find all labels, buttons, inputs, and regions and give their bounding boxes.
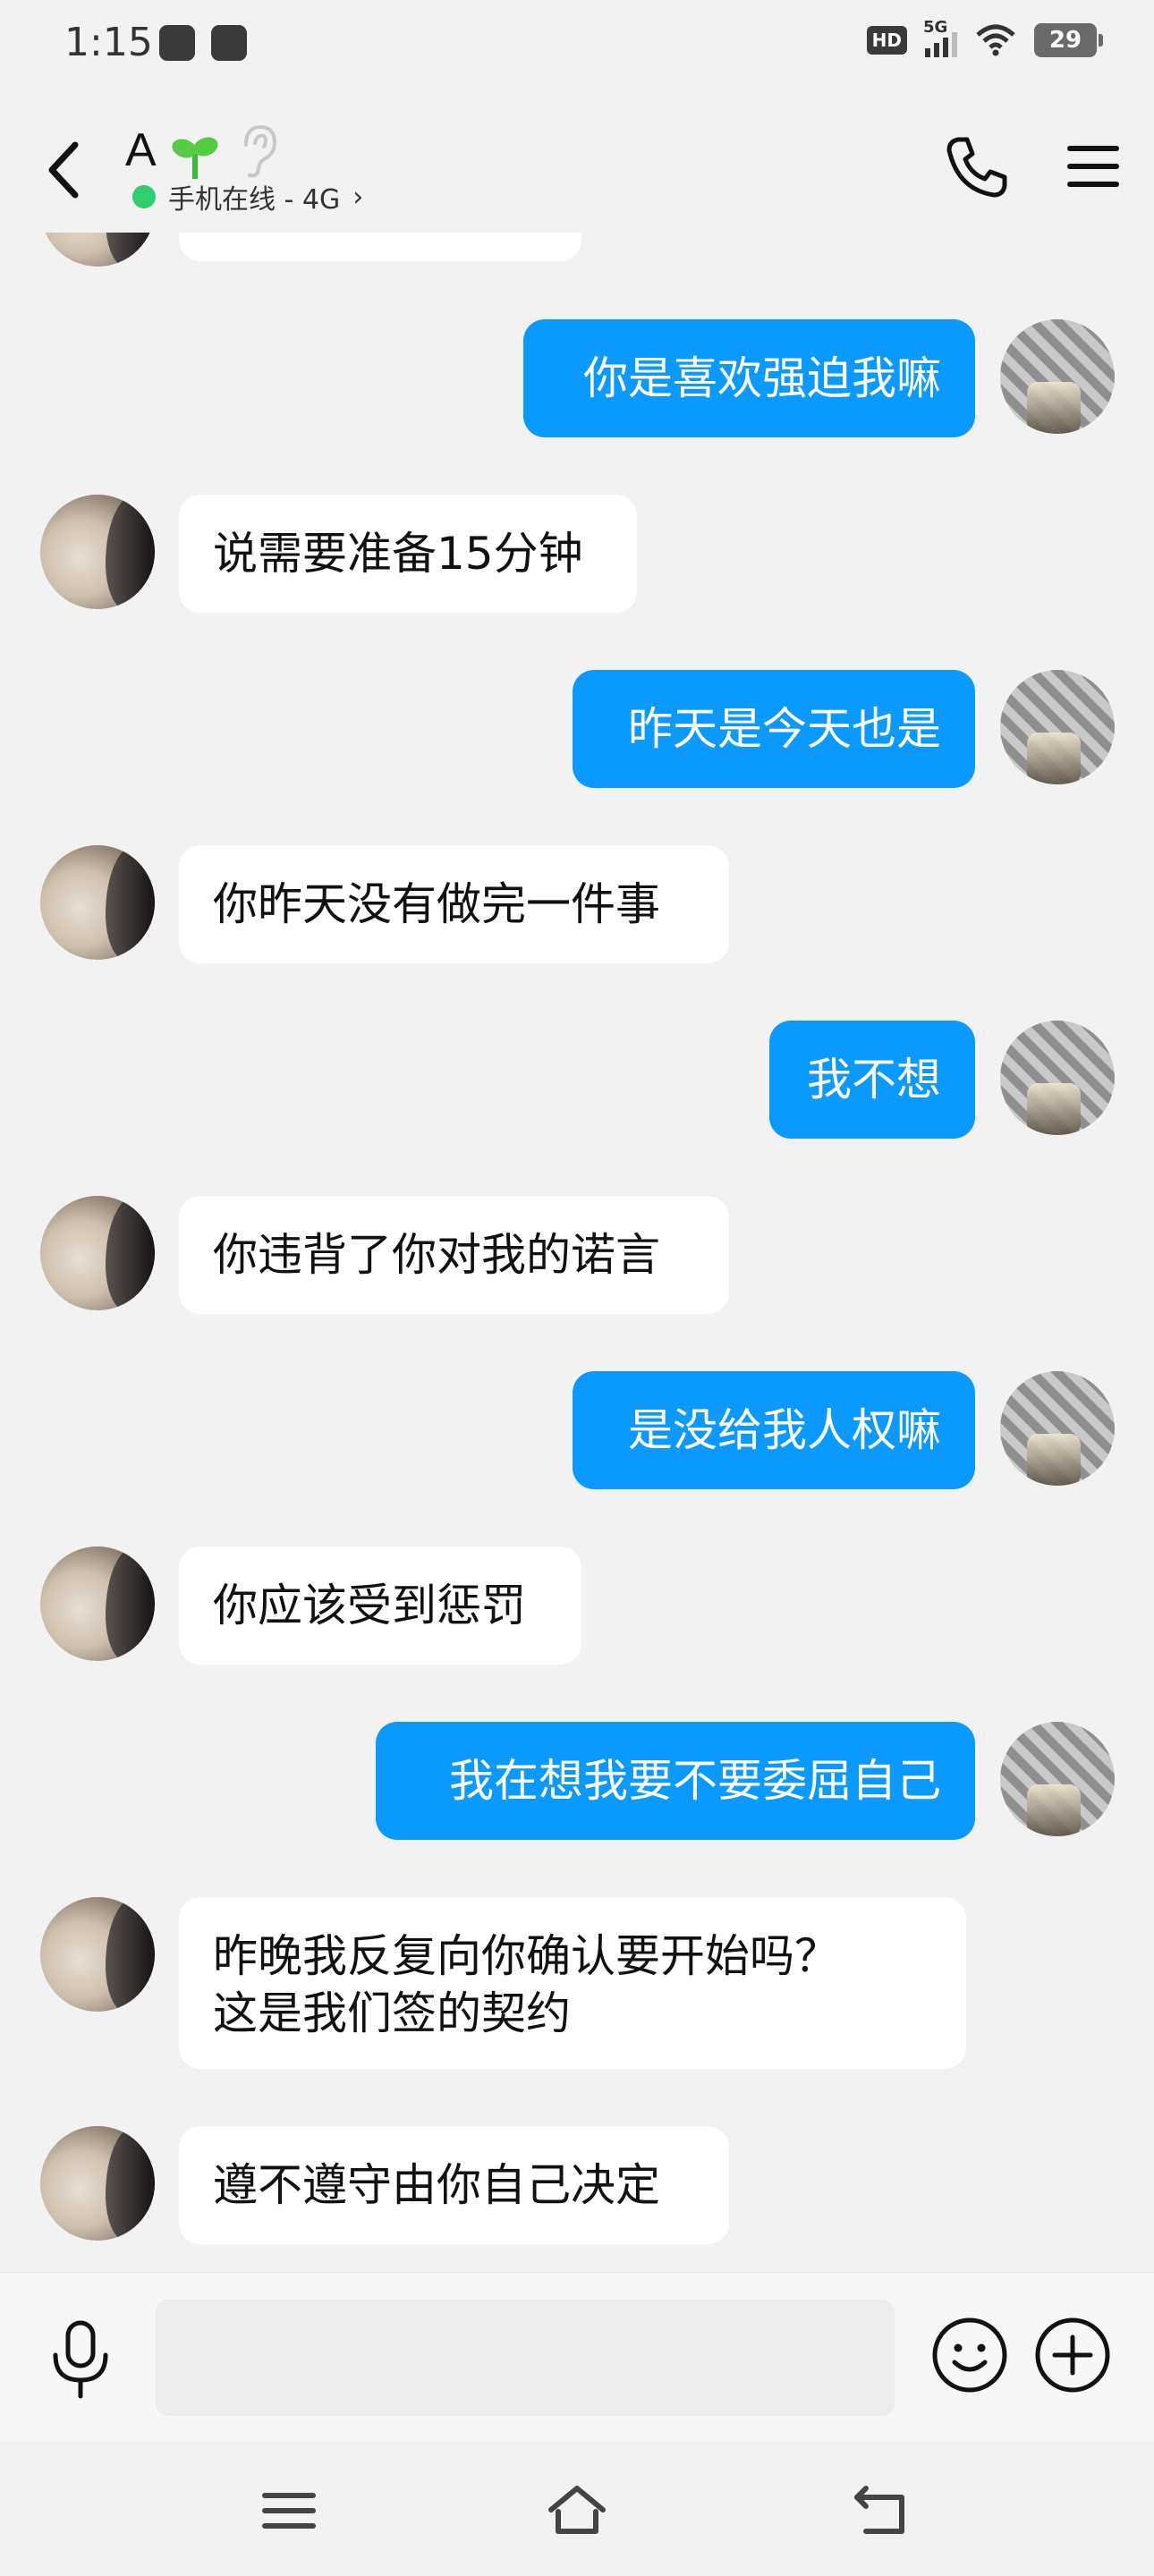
message-bubble-incoming[interactable]: 说需要准备15分钟 bbox=[179, 495, 637, 613]
notification-app-icon bbox=[211, 25, 247, 61]
cellular-signal-icon: 5G bbox=[923, 18, 957, 57]
message-bubble-incoming[interactable]: 昨晚我反复向你确认要开始吗？ 这是我们签的契约 bbox=[179, 1897, 966, 2069]
chat-header: A 手机在线 - 4G › bbox=[0, 98, 1154, 233]
online-indicator-dot bbox=[132, 185, 156, 208]
contact-avatar[interactable] bbox=[40, 1897, 155, 2012]
message-bubble-incoming[interactable]: 遵不遵守由你自己决定 bbox=[179, 2126, 729, 2244]
online-status[interactable]: 手机在线 - 4G › bbox=[132, 177, 363, 216]
hd-icon: HD bbox=[866, 26, 907, 55]
home-icon[interactable] bbox=[546, 2479, 608, 2542]
message-list[interactable]: 你是喜欢强迫我嘛 说需要准备15分钟 昨天是今天也是 你昨天没有做完一件事 我不… bbox=[0, 233, 1154, 2272]
microphone-icon[interactable] bbox=[47, 2319, 115, 2400]
message-bubble-outgoing[interactable]: 你是喜欢强迫我嘛 bbox=[523, 319, 975, 437]
contact-avatar[interactable] bbox=[40, 495, 155, 609]
system-navigation-bar bbox=[0, 2442, 1154, 2576]
network-type-label: 5G bbox=[923, 18, 948, 37]
status-notification-icons bbox=[159, 25, 247, 61]
ear-icon bbox=[244, 124, 277, 178]
recent-apps-icon[interactable] bbox=[258, 2479, 320, 2542]
message-text: 昨晚我反复向你确认要开始吗？ 这是我们签的契约 bbox=[213, 1930, 839, 2039]
my-avatar[interactable] bbox=[1000, 1021, 1115, 1135]
back-icon[interactable] bbox=[850, 2479, 912, 2542]
message-bubble-incoming[interactable]: 你违背了你对我的诺言 bbox=[179, 1196, 729, 1314]
contact-avatar[interactable] bbox=[40, 845, 155, 960]
contact-avatar[interactable] bbox=[40, 233, 155, 267]
status-indicators: HD 5G 29 bbox=[866, 18, 1103, 57]
plus-circle-icon[interactable] bbox=[1033, 2316, 1112, 2394]
my-avatar[interactable] bbox=[1000, 670, 1115, 784]
phone-icon[interactable] bbox=[944, 134, 1010, 200]
message-bubble-incoming[interactable] bbox=[179, 233, 581, 261]
message-input-bar bbox=[0, 2272, 1154, 2442]
message-bubble-outgoing[interactable]: 是没给我人权嘛 bbox=[573, 1371, 975, 1489]
sprout-icon bbox=[172, 137, 218, 179]
contact-avatar[interactable] bbox=[40, 2126, 155, 2241]
chat-screen: 1:15 HD 5G 29 A 手机在线 - 4G › 你是喜欢强迫我嘛 说需要… bbox=[0, 0, 1154, 2576]
message-bubble-outgoing[interactable]: 昨天是今天也是 bbox=[573, 670, 975, 788]
my-avatar[interactable] bbox=[1000, 319, 1115, 434]
notification-app-icon bbox=[159, 25, 195, 61]
online-status-text: 手机在线 - 4G bbox=[168, 184, 341, 216]
my-avatar[interactable] bbox=[1000, 1722, 1115, 1836]
wifi-icon bbox=[976, 24, 1015, 56]
contact-name[interactable]: A bbox=[125, 123, 157, 177]
hamburger-menu-icon[interactable] bbox=[1065, 138, 1122, 195]
back-arrow-icon[interactable] bbox=[38, 134, 91, 206]
contact-avatar[interactable] bbox=[40, 1546, 155, 1661]
status-time: 1:15 bbox=[64, 20, 153, 65]
smiley-icon[interactable] bbox=[930, 2316, 1009, 2394]
message-input[interactable] bbox=[156, 2300, 895, 2416]
message-bubble-incoming[interactable]: 你昨天没有做完一件事 bbox=[179, 845, 729, 963]
message-bubble-outgoing[interactable]: 我不想 bbox=[769, 1021, 975, 1139]
message-bubble-outgoing[interactable]: 我在想我要不要委屈自己 bbox=[376, 1722, 975, 1840]
my-avatar[interactable] bbox=[1000, 1371, 1115, 1486]
contact-avatar[interactable] bbox=[40, 1196, 155, 1310]
status-bar: 1:15 HD 5G 29 bbox=[0, 0, 1154, 89]
message-bubble-incoming[interactable]: 你应该受到惩罚 bbox=[179, 1546, 581, 1665]
battery-icon: 29 bbox=[1034, 23, 1103, 57]
chevron-right-icon: › bbox=[352, 181, 364, 213]
